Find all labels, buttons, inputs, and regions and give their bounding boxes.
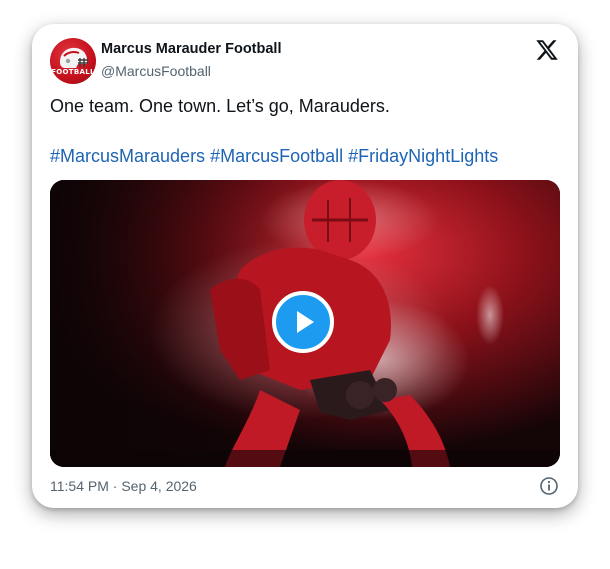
hashtag-link[interactable]: #MarcusMarauders <box>50 146 205 166</box>
info-icon[interactable] <box>539 476 559 496</box>
hashtag-list: #MarcusMarauders #MarcusFootball #Friday… <box>50 146 498 167</box>
post-timestamp[interactable]: 11:54 PM · Sep 4, 2026 <box>50 478 197 494</box>
play-icon <box>297 311 314 333</box>
author-handle[interactable]: @MarcusFootball <box>101 63 211 79</box>
video-player[interactable] <box>50 180 560 467</box>
helmet-icon <box>60 47 88 68</box>
avatar-label: FOOTBALL <box>51 68 95 76</box>
play-button[interactable] <box>272 291 334 353</box>
x-logo-icon[interactable] <box>534 38 560 62</box>
post-text: One team. One town. Let’s go, Marauders. <box>50 96 390 116</box>
avatar[interactable]: FOOTBALL <box>50 38 96 84</box>
hashtag-link[interactable]: #MarcusFootball <box>210 146 343 166</box>
page-background: FOOTBALL Marcus Marauder Football @Marcu… <box>0 0 610 569</box>
post-card: FOOTBALL Marcus Marauder Football @Marcu… <box>32 24 578 508</box>
hashtag-link[interactable]: #FridayNightLights <box>348 146 498 166</box>
author-name[interactable]: Marcus Marauder Football <box>101 41 281 57</box>
